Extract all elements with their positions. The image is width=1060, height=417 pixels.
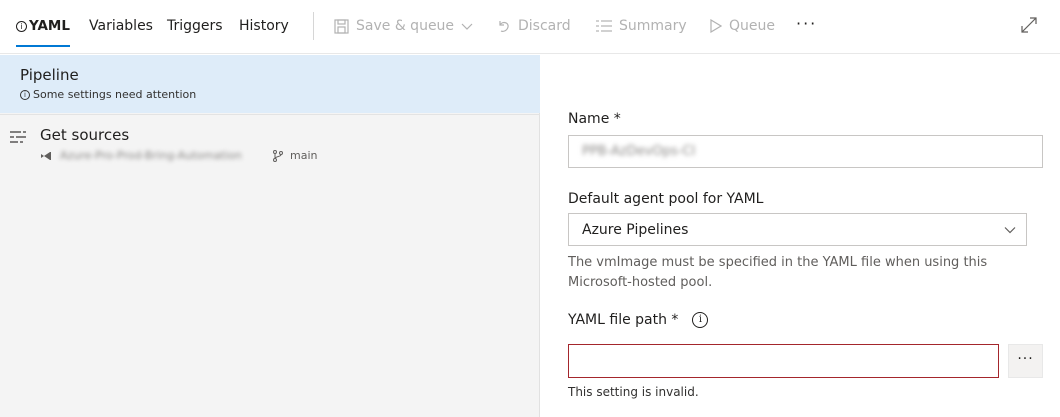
play-icon	[710, 19, 722, 33]
info-icon: i	[16, 21, 27, 32]
discard-label: Discard	[518, 18, 571, 34]
queue-label: Queue	[729, 18, 775, 34]
tab-yaml[interactable]: i YAML	[16, 18, 70, 47]
name-value: PPB-AzDevOps-CI	[582, 144, 696, 159]
more-actions-button[interactable]: ···	[796, 14, 817, 33]
source-repo: Azure-Pro-Prod-Bring-Automation	[40, 149, 242, 162]
warning-info-icon: i	[20, 89, 30, 100]
info-icon[interactable]: i	[692, 312, 709, 328]
chevron-down-icon	[461, 23, 473, 30]
get-sources-item[interactable]: Get sources Azure-Pro-Prod-Bring-Automat…	[0, 114, 540, 164]
pipeline-tree-pane: Pipeline i Some settings need attention …	[0, 55, 540, 417]
agent-pool-help-text: The vmImage must be specified in the YAM…	[568, 255, 988, 290]
repo-icon	[41, 151, 51, 160]
yaml-path-label: YAML file path *	[568, 312, 679, 328]
branch-name: main	[290, 149, 318, 162]
toolbar: i YAML Variables Triggers History Save & …	[0, 0, 1060, 54]
browse-path-button[interactable]: ···	[1008, 344, 1043, 378]
undo-icon	[499, 20, 509, 32]
yaml-path-label-row: YAML file path * i	[568, 312, 709, 328]
repo-name: Azure-Pro-Prod-Bring-Automation	[60, 149, 242, 162]
toolbar-divider	[313, 12, 314, 40]
agent-pool-label: Default agent pool for YAML	[568, 191, 764, 207]
tab-yaml-label: YAML	[29, 18, 70, 34]
chevron-down-icon	[1004, 227, 1016, 234]
pipeline-warning: i Some settings need attention	[20, 88, 196, 101]
agent-pool-value: Azure Pipelines	[582, 222, 689, 238]
sources-list-icon	[10, 131, 26, 143]
summary-button[interactable]: Summary	[596, 18, 687, 34]
expand-icon[interactable]	[1019, 15, 1039, 35]
summary-label: Summary	[619, 18, 687, 34]
tab-triggers[interactable]: Triggers	[167, 18, 223, 34]
tab-history[interactable]: History	[239, 18, 289, 34]
name-label: Name *	[568, 111, 621, 127]
discard-button[interactable]: Discard	[497, 18, 571, 34]
name-field[interactable]: PPB-AzDevOps-CI	[568, 135, 1043, 168]
tab-variables[interactable]: Variables	[89, 18, 153, 34]
get-sources-title: Get sources	[40, 126, 130, 144]
save-and-queue-label: Save & queue	[356, 18, 455, 34]
branch-icon	[273, 149, 283, 162]
settings-form: Name * PPB-AzDevOps-CI Default agent poo…	[541, 55, 1060, 417]
pipeline-item[interactable]: Pipeline i Some settings need attention	[0, 55, 540, 113]
validation-error: This setting is invalid.	[568, 385, 699, 399]
pipeline-warning-text: Some settings need attention	[33, 88, 197, 101]
save-and-queue-button[interactable]: Save & queue	[334, 18, 473, 34]
pipeline-title: Pipeline	[20, 66, 79, 84]
agent-pool-dropdown[interactable]: Azure Pipelines	[568, 213, 1027, 246]
summary-icon	[596, 20, 612, 32]
yaml-path-field[interactable]	[568, 344, 999, 378]
source-branch: main	[273, 149, 317, 162]
queue-button[interactable]: Queue	[710, 18, 775, 34]
active-tab-indicator	[16, 45, 70, 47]
save-icon	[334, 18, 349, 34]
